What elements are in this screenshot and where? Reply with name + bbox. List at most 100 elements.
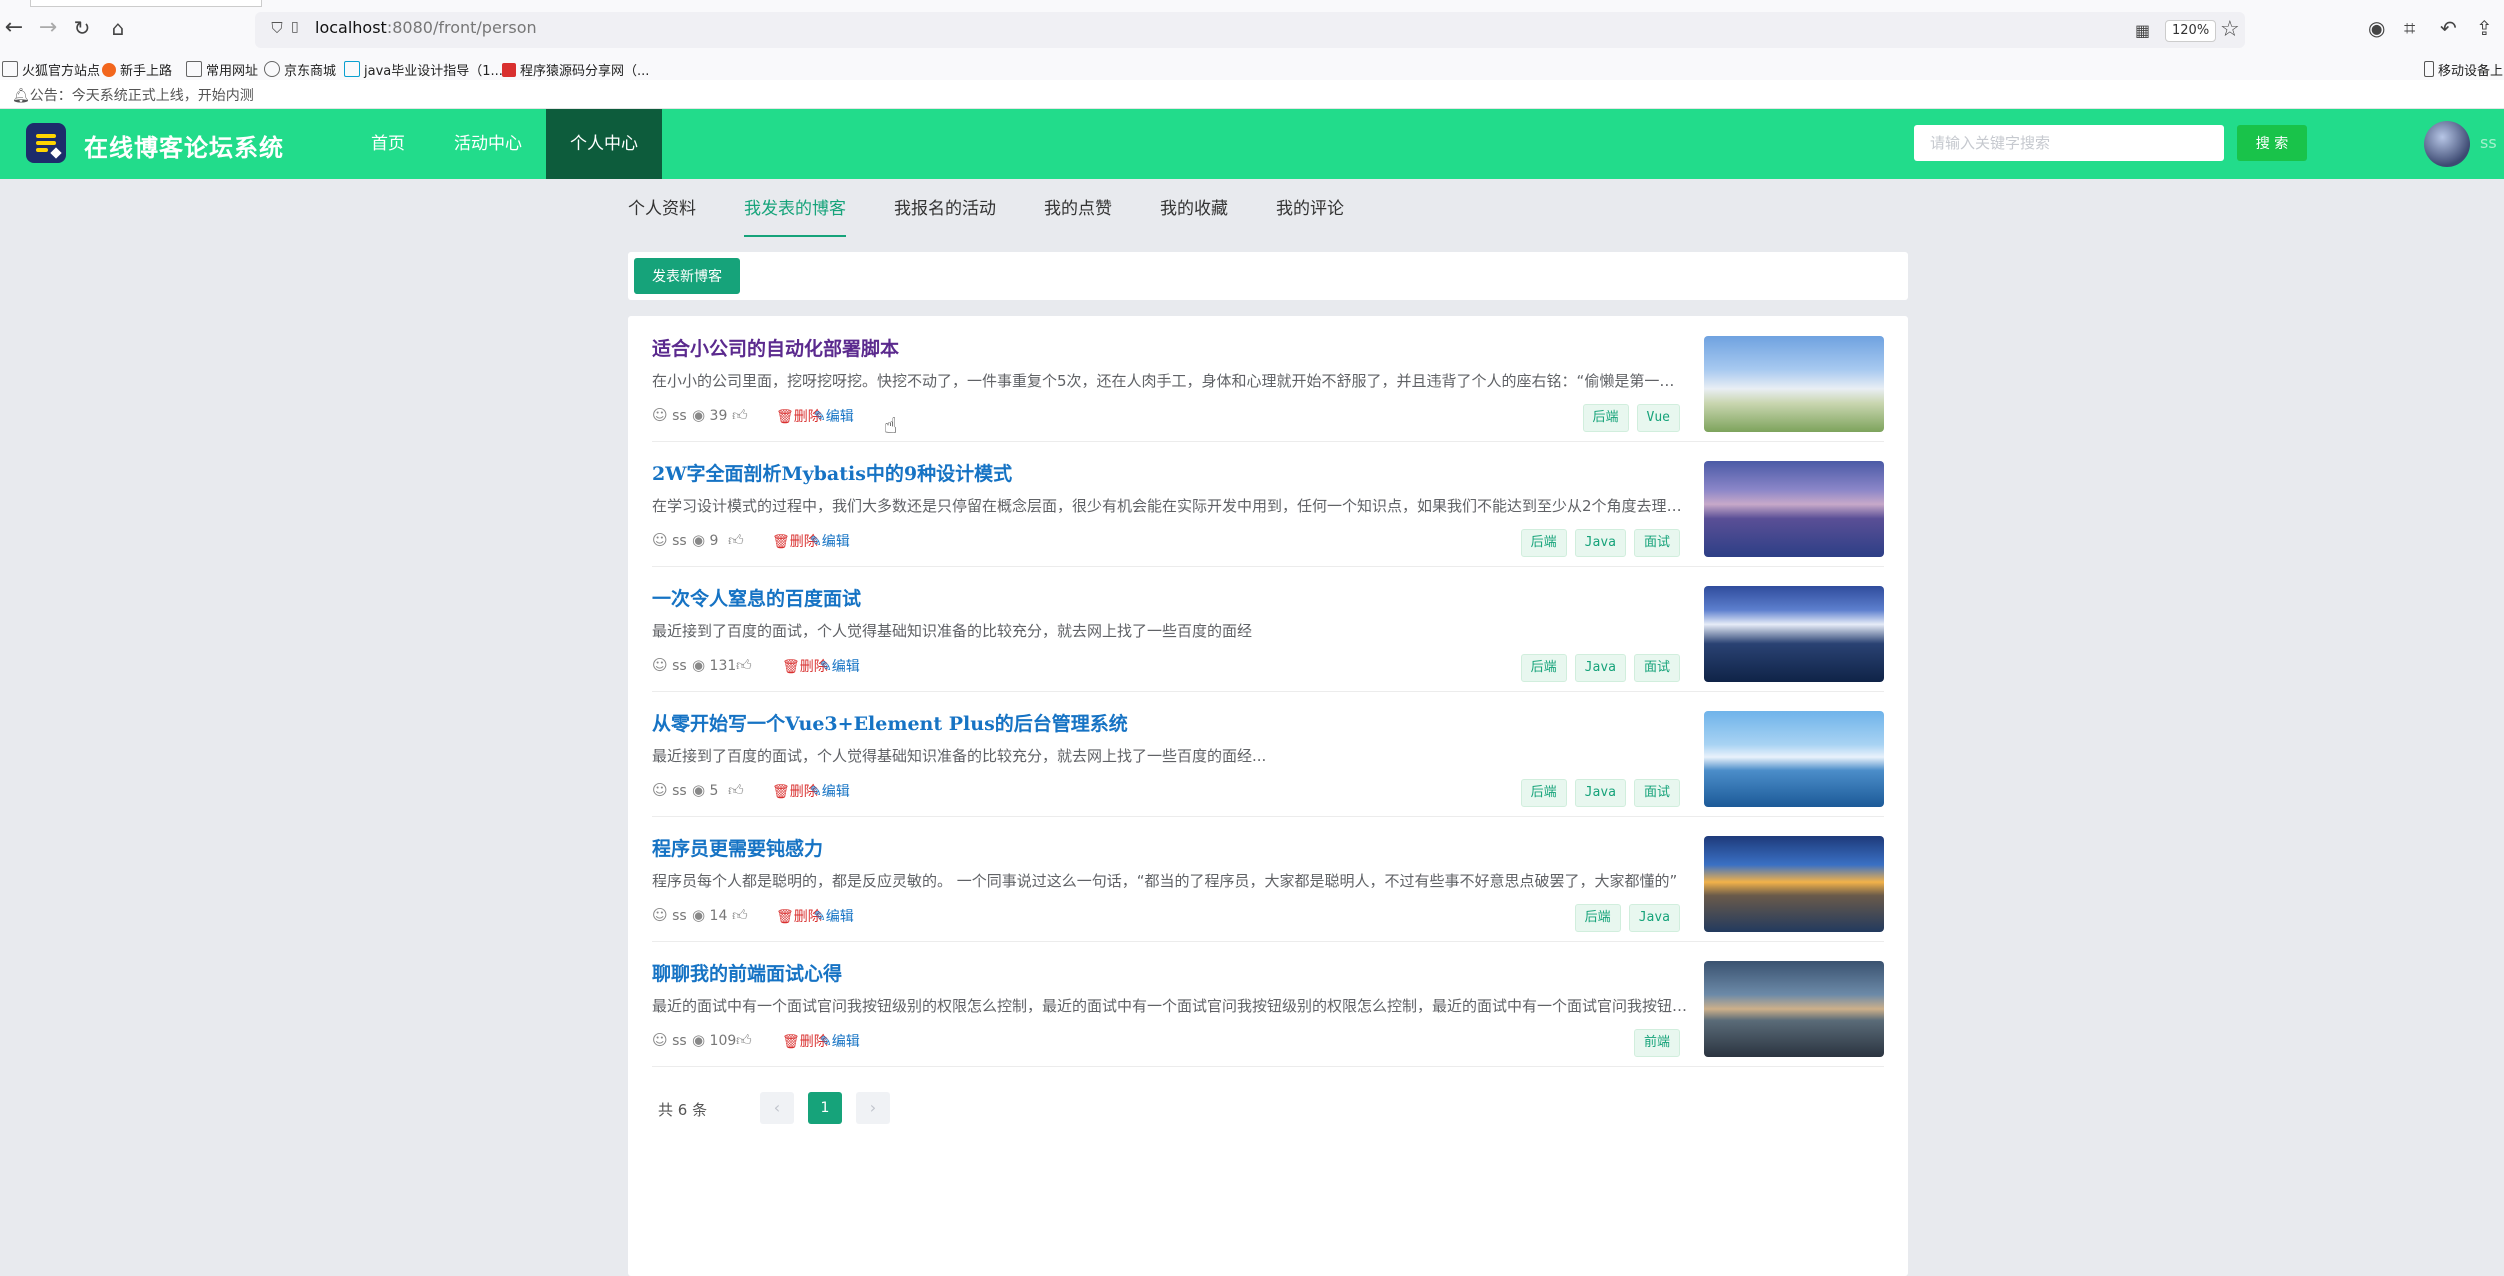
back-icon[interactable]: ←	[0, 14, 28, 42]
tag-badge[interactable]: Vue	[1636, 404, 1680, 432]
next-page-button[interactable]: ›	[856, 1092, 890, 1124]
bookmark-item[interactable]: 常用网址	[186, 60, 258, 79]
tag-badge[interactable]: 面试	[1633, 654, 1680, 682]
site-header: 在线博客论坛系统 首页 活动中心 个人中心 搜 索 ss	[0, 109, 2504, 179]
page-number-button[interactable]: 1	[808, 1092, 842, 1124]
bookmark-item[interactable]: java毕业设计指导（1...	[344, 60, 503, 79]
like-icon[interactable]: 👍︎	[728, 781, 744, 800]
qr-code-icon[interactable]: ▦	[2135, 21, 2150, 40]
page-info-icon[interactable]: ▯	[291, 19, 307, 39]
post-thumbnail[interactable]	[1704, 586, 1884, 682]
like-icon[interactable]: 👍︎	[736, 656, 752, 675]
edit-button[interactable]: ✎编辑	[814, 906, 854, 926]
edit-button[interactable]: ✎编辑	[814, 406, 854, 426]
like-icon[interactable]: 👍︎	[728, 531, 744, 550]
publish-new-blog-button[interactable]: 发表新博客	[634, 258, 740, 294]
edit-button[interactable]: ✎编辑	[820, 1031, 860, 1051]
post-thumbnail[interactable]	[1704, 961, 1884, 1057]
bookmark-item[interactable]: 京东商城	[264, 60, 336, 79]
edit-button[interactable]: ✎编辑	[820, 656, 860, 676]
post-thumbnail[interactable]	[1704, 461, 1884, 557]
trash-icon: 🗑︎	[782, 659, 800, 675]
nav-home[interactable]: 首页	[352, 109, 424, 179]
list-item[interactable]: 程序员更需要钝感力程序员每个人都是聪明的，都是反应灵敏的。 一个同事说过这么一句…	[652, 816, 1884, 942]
tab-my-blogs[interactable]: 我发表的博客	[744, 195, 846, 237]
like-icon[interactable]: 👍︎	[732, 406, 748, 425]
active-tab[interactable]	[30, 0, 262, 7]
shield-icon[interactable]: ⛉	[267, 19, 287, 39]
site-logo-icon[interactable]	[26, 123, 66, 163]
bookmark-item[interactable]: 新手上路	[102, 60, 172, 79]
forward-icon[interactable]: →	[34, 14, 62, 42]
bookmark-item[interactable]: 移动设备上	[2424, 60, 2503, 79]
post-title[interactable]: 聊聊我的前端面试心得	[652, 959, 842, 986]
address-bar[interactable]: ⛉ ▯ localhost:8080/front/person ▦ 120% ☆	[255, 12, 2245, 48]
post-title[interactable]: 2W字全面剖析Mybatis中的9种设计模式	[652, 459, 1012, 486]
like-icon[interactable]: 👍︎	[736, 1031, 752, 1050]
tag-badge[interactable]: 后端	[1582, 404, 1629, 432]
url-text[interactable]: localhost:8080/front/person	[315, 18, 537, 37]
tab-my-favorites[interactable]: 我的收藏	[1160, 195, 1228, 235]
post-summary: 程序员每个人都是聪明的，都是反应灵敏的。 一个同事说过这么一句话，“都当的了程序…	[652, 872, 1678, 890]
prev-page-button[interactable]: ‹	[760, 1092, 794, 1124]
search-input[interactable]	[1914, 125, 2224, 161]
tag-badge[interactable]: 后端	[1520, 779, 1567, 807]
list-item[interactable]: 从零开始写一个Vue3+Element Plus的后台管理系统 最近接到了百度的面…	[652, 691, 1884, 817]
post-thumbnail[interactable]	[1704, 836, 1884, 932]
post-thumbnail[interactable]	[1704, 711, 1884, 807]
tab-my-likes[interactable]: 我的点赞	[1044, 195, 1112, 235]
list-item[interactable]: 一次令人窒息的百度面试 最近接到了百度的面试，个人觉得基础知识准备的比较充分，就去…	[652, 566, 1884, 692]
tag-badge[interactable]: Java	[1574, 654, 1626, 682]
trash-icon: 🗑︎	[782, 1034, 800, 1050]
tab-my-comments[interactable]: 我的评论	[1276, 195, 1344, 235]
tab-my-activities[interactable]: 我报名的活动	[894, 195, 996, 235]
url-host: localhost	[315, 18, 387, 37]
tab-profile[interactable]: 个人资料	[628, 195, 696, 235]
bookmark-label: 常用网址	[206, 64, 259, 79]
nav-personal-center[interactable]: 个人中心	[546, 109, 662, 179]
post-summary: 最近的面试中有一个面试官问我按钮级别的权限怎么控制，最近的面试中有一个面试官问我…	[652, 997, 1688, 1015]
bookmark-item[interactable]: 火狐官方站点	[2, 60, 100, 79]
home-icon[interactable]: ⌂	[104, 14, 132, 42]
pencil-icon: ✎	[814, 909, 826, 925]
list-item[interactable]: 适合小公司的自动化部署脚本在小小的公司里面，挖呀挖呀挖。快挖不动了，一件事重复个…	[652, 316, 1884, 442]
post-title[interactable]: 适合小公司的自动化部署脚本	[652, 334, 899, 361]
post-title[interactable]: 从零开始写一个Vue3+Element Plus的后台管理系统	[652, 709, 1128, 736]
nav-activity-center[interactable]: 活动中心	[440, 109, 536, 179]
bookmark-star-icon[interactable]: ☆	[2220, 17, 2240, 42]
url-path: :8080/front/person	[386, 18, 537, 37]
post-title[interactable]: 程序员更需要钝感力	[652, 834, 823, 861]
account-icon[interactable]: ◉	[2368, 16, 2385, 40]
post-thumbnail[interactable]	[1704, 336, 1884, 432]
tag-badge[interactable]: 面试	[1633, 529, 1680, 557]
edit-button[interactable]: ✎编辑	[810, 781, 850, 801]
publish-panel: 发表新博客	[628, 252, 1908, 300]
view-count: ◉ 109	[692, 1031, 737, 1049]
tag-badge[interactable]: 前端	[1633, 1029, 1680, 1057]
tag-badge[interactable]: 后端	[1574, 904, 1621, 932]
globe-icon	[264, 61, 280, 77]
tag-badge[interactable]: 后端	[1520, 654, 1567, 682]
share-icon[interactable]: ⇪	[2476, 16, 2493, 40]
post-summary: 在小小的公司里面，挖呀挖呀挖。快挖不动了，一件事重复个5次，还在人肉手工，身体和…	[652, 372, 1688, 390]
search-button[interactable]: 搜 索	[2237, 125, 2307, 161]
bookmark-item[interactable]: 程序猿源码分享网（...	[502, 60, 649, 79]
tag-badge[interactable]: Java	[1574, 779, 1626, 807]
list-item[interactable]: 聊聊我的前端面试心得最近的面试中有一个面试官问我按钮级别的权限怎么控制，最近的面…	[652, 941, 1884, 1067]
tag-badge[interactable]: Java	[1574, 529, 1626, 557]
extensions-icon[interactable]: ⌗	[2404, 16, 2415, 40]
edit-button[interactable]: ✎编辑	[810, 531, 850, 551]
tag-badge[interactable]: 后端	[1520, 529, 1567, 557]
site-title[interactable]: 在线博客论坛系统	[84, 128, 284, 163]
undo-icon[interactable]: ↶	[2440, 16, 2457, 40]
like-icon[interactable]: 👍︎	[732, 906, 748, 925]
reload-icon[interactable]: ↻	[68, 14, 96, 42]
avatar[interactable]	[2424, 121, 2470, 167]
post-title[interactable]: 一次令人窒息的百度面试	[652, 584, 861, 611]
list-item[interactable]: 2W字全面剖析Mybatis中的9种设计模式 在学习设计模式的过程中，我们大多数还…	[652, 441, 1884, 567]
tag-badge[interactable]: Java	[1628, 904, 1680, 932]
zoom-level[interactable]: 120%	[2165, 20, 2217, 42]
tag-badge[interactable]: 面试	[1633, 779, 1680, 807]
username[interactable]: ss	[2480, 133, 2497, 152]
post-tags: 后端 Java 面试	[1513, 654, 1680, 682]
